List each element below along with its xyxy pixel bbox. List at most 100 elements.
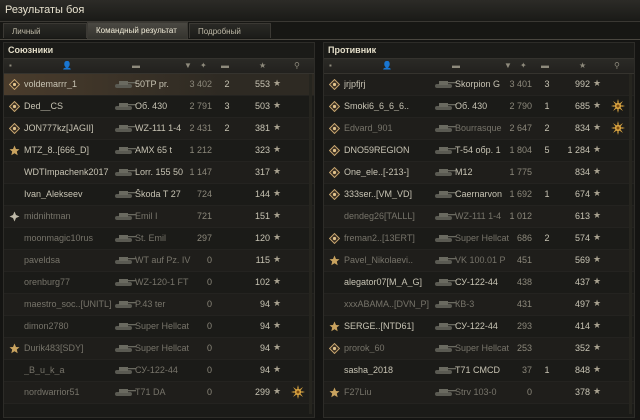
player-name[interactable]: prorok_60 (344, 343, 444, 353)
player-row[interactable]: _B_u_k_a СУ-122-44 0 94 ★ (4, 360, 314, 382)
player-row[interactable]: midnihtman Emil I 721 151 ★ (4, 206, 314, 228)
player-name[interactable]: jrjpfjrj (344, 79, 444, 89)
player-name[interactable]: _B_u_k_a (24, 365, 124, 375)
player-name[interactable]: sasha_2018 (344, 365, 444, 375)
player-row[interactable]: Edvard_901 Bourrasque 2 647 2 834 ★ (324, 118, 634, 140)
xp-star-icon: ★ (273, 320, 282, 330)
medal-icon[interactable]: ⚲ (294, 62, 300, 70)
tank-icon[interactable]: ▬ (132, 62, 140, 70)
player-row[interactable]: maestro_soc..[UNITL] P.43 ter 0 94 ★ (4, 294, 314, 316)
tab-detailed-report[interactable]: Подробный отчёт (189, 23, 271, 51)
player-row[interactable]: freman2..[13ERT] Super Hellcat 686 2 574 ★ (324, 228, 634, 250)
player-name[interactable]: Pavel_Nikolaevi.. (344, 255, 444, 265)
player-row[interactable]: 333ser..[VM_VD] Caernarvon 1 692 1 674 ★ (324, 184, 634, 206)
player-row[interactable]: SERGE..[NTD61] СУ-122-44 293 414 ★ (324, 316, 634, 338)
player-name[interactable]: DNO59REGION (344, 145, 444, 155)
player-row[interactable]: Durik483[SDY] Super Hellcat 0 94 ★ (4, 338, 314, 360)
xp-star-icon: ★ (273, 276, 282, 286)
player-name[interactable]: Smoki6_6_6_6.. (344, 101, 444, 111)
star-badge-icon (329, 387, 340, 398)
xp-star-icon: ★ (593, 342, 602, 352)
damage-value: 0 (526, 387, 532, 397)
player-row[interactable]: alegator07[M_A_G] СУ-122-44 438 437 ★ (324, 272, 634, 294)
kills-icon[interactable]: ▬ (221, 62, 229, 70)
sun-medal-icon[interactable] (611, 121, 625, 135)
player-name[interactable]: JON777kz[JAGII] (24, 123, 124, 133)
medal-icon[interactable]: ⚲ (614, 62, 620, 70)
player-name[interactable]: paveldsa (24, 255, 124, 265)
player-row[interactable]: sasha_2018 T71 CMCD 37 1 848 ★ (324, 360, 634, 382)
player-row[interactable]: WDTImpachenk2017 Lorr. 155 50 1 147 317 ★ (4, 162, 314, 184)
player-row[interactable]: voldemarrr_1 50TP pr. 3 402 2 553 ★ (4, 74, 314, 96)
player-icon[interactable]: 👤 (62, 62, 72, 70)
player-name[interactable]: moonmagic10rus (24, 233, 124, 243)
player-name[interactable]: Ivan_Alekseev (24, 189, 124, 199)
tab-team-result[interactable]: Командный результат (87, 22, 188, 39)
enemies-scrollbar[interactable] (629, 74, 632, 414)
xp-icon[interactable]: ★ (259, 62, 266, 70)
player-row[interactable]: Pavel_Nikolaevi.. VK 100.01 P 451 569 ★ (324, 250, 634, 272)
player-name[interactable]: F27Liu (344, 387, 444, 397)
tank-silhouette-icon (432, 385, 456, 399)
damage-value: 3 402 (189, 79, 212, 89)
tank-silhouette-icon (112, 209, 136, 223)
player-name[interactable]: MTZ_8..[666_D] (24, 145, 124, 155)
player-row[interactable]: prorok_60 Super Hellcat 253 352 ★ (324, 338, 634, 360)
diamond-badge-icon (328, 100, 341, 113)
player-name[interactable]: dendeg26[TALLL] (344, 211, 444, 221)
damage-value: 438 (516, 277, 532, 287)
xp-value: 553 (254, 79, 270, 89)
player-name[interactable]: nordwarrior51 (24, 387, 124, 397)
player-name[interactable]: dimon2780 (24, 321, 124, 331)
sun-medal-icon[interactable] (611, 99, 625, 113)
tank-silhouette-icon (432, 319, 456, 333)
player-row[interactable]: JON777kz[JAGII] WZ-111 1-4 2 431 2 381 ★ (4, 118, 314, 140)
tank-silhouette-icon (432, 143, 456, 157)
damage-value: 0 (206, 343, 212, 353)
damage-value: 431 (516, 299, 532, 309)
player-row[interactable]: dendeg26[TALLL] WZ-111 1-4 1 012 613 ★ (324, 206, 634, 228)
player-name[interactable]: Edvard_901 (344, 123, 444, 133)
player-name[interactable]: voldemarrr_1 (24, 79, 124, 89)
player-name[interactable]: maestro_soc..[UNITL] (24, 299, 124, 309)
player-name[interactable]: alegator07[M_A_G] (344, 277, 444, 287)
damage-icon[interactable]: ✦ (520, 62, 527, 70)
player-row[interactable]: Ded__CS Об. 430 2 791 3 503 ★ (4, 96, 314, 118)
player-name[interactable]: freman2..[13ERT] (344, 233, 444, 243)
player-row[interactable]: DNO59REGION T-54 обр. 11 804 5 1 284 ★ (324, 140, 634, 162)
player-name[interactable]: midnihtman (24, 211, 124, 221)
player-row[interactable]: paveldsa WT auf Pz. IV 0 115 ★ (4, 250, 314, 272)
player-row[interactable]: nordwarrior51 T71 DA 0 299 ★ (4, 382, 314, 404)
player-row[interactable]: moonmagic10rus St. Emil 297 120 ★ (4, 228, 314, 250)
player-row[interactable]: dimon2780 Super Hellcat 0 94 ★ (4, 316, 314, 338)
kills-value: 2 (224, 123, 230, 133)
tank-icon[interactable]: ▬ (452, 62, 460, 70)
player-row[interactable]: MTZ_8..[666_D] AMX 65 t1 212 323 ★ (4, 140, 314, 162)
player-row[interactable]: xxxABAMA..[DVN_P] КВ-3 431 497 ★ (324, 294, 634, 316)
player-row[interactable]: Ivan_Alekseev Škoda T 27 724 144 ★ (4, 184, 314, 206)
tab-personal-result[interactable]: Личный результат (3, 23, 87, 51)
kills-icon[interactable]: ▬ (541, 62, 549, 70)
player-name[interactable]: SERGE..[NTD61] (344, 321, 444, 331)
player-name[interactable]: One_ele..[-213-] (344, 167, 444, 177)
player-row[interactable]: F27Liu Strv 103-0 0 378 ★ (324, 382, 634, 404)
allies-scrollbar[interactable] (309, 74, 312, 414)
player-row[interactable]: One_ele..[-213-] M12 1 775 834 ★ (324, 162, 634, 184)
player-name[interactable]: 333ser..[VM_VD] (344, 189, 444, 199)
sort-arrow-icon[interactable]: ▼ (184, 62, 192, 70)
sort-arrow-icon[interactable]: ▼ (504, 62, 512, 70)
xp-icon[interactable]: ★ (579, 62, 586, 70)
player-row[interactable]: jrjpfjrj Skorpion G3 401 3 992 ★ (324, 74, 634, 96)
player-name[interactable]: WDTImpachenk2017 (24, 167, 124, 177)
platoon-icon[interactable]: ▪ (9, 62, 12, 70)
player-name[interactable]: Durik483[SDY] (24, 343, 124, 353)
player-icon[interactable]: 👤 (382, 62, 392, 70)
player-name[interactable]: orenburg77 (24, 277, 124, 287)
player-name[interactable]: Ded__CS (24, 101, 124, 111)
player-row[interactable]: orenburg77 WZ-120-1 FT 0 102 ★ (4, 272, 314, 294)
player-name[interactable]: xxxABAMA..[DVN_P] (344, 299, 444, 309)
damage-icon[interactable]: ✦ (200, 62, 207, 70)
player-row[interactable]: Smoki6_6_6_6.. Об. 430 2 790 1 685 ★ (324, 96, 634, 118)
platoon-icon[interactable]: ▪ (329, 62, 332, 70)
sun-medal-icon[interactable] (291, 385, 305, 399)
